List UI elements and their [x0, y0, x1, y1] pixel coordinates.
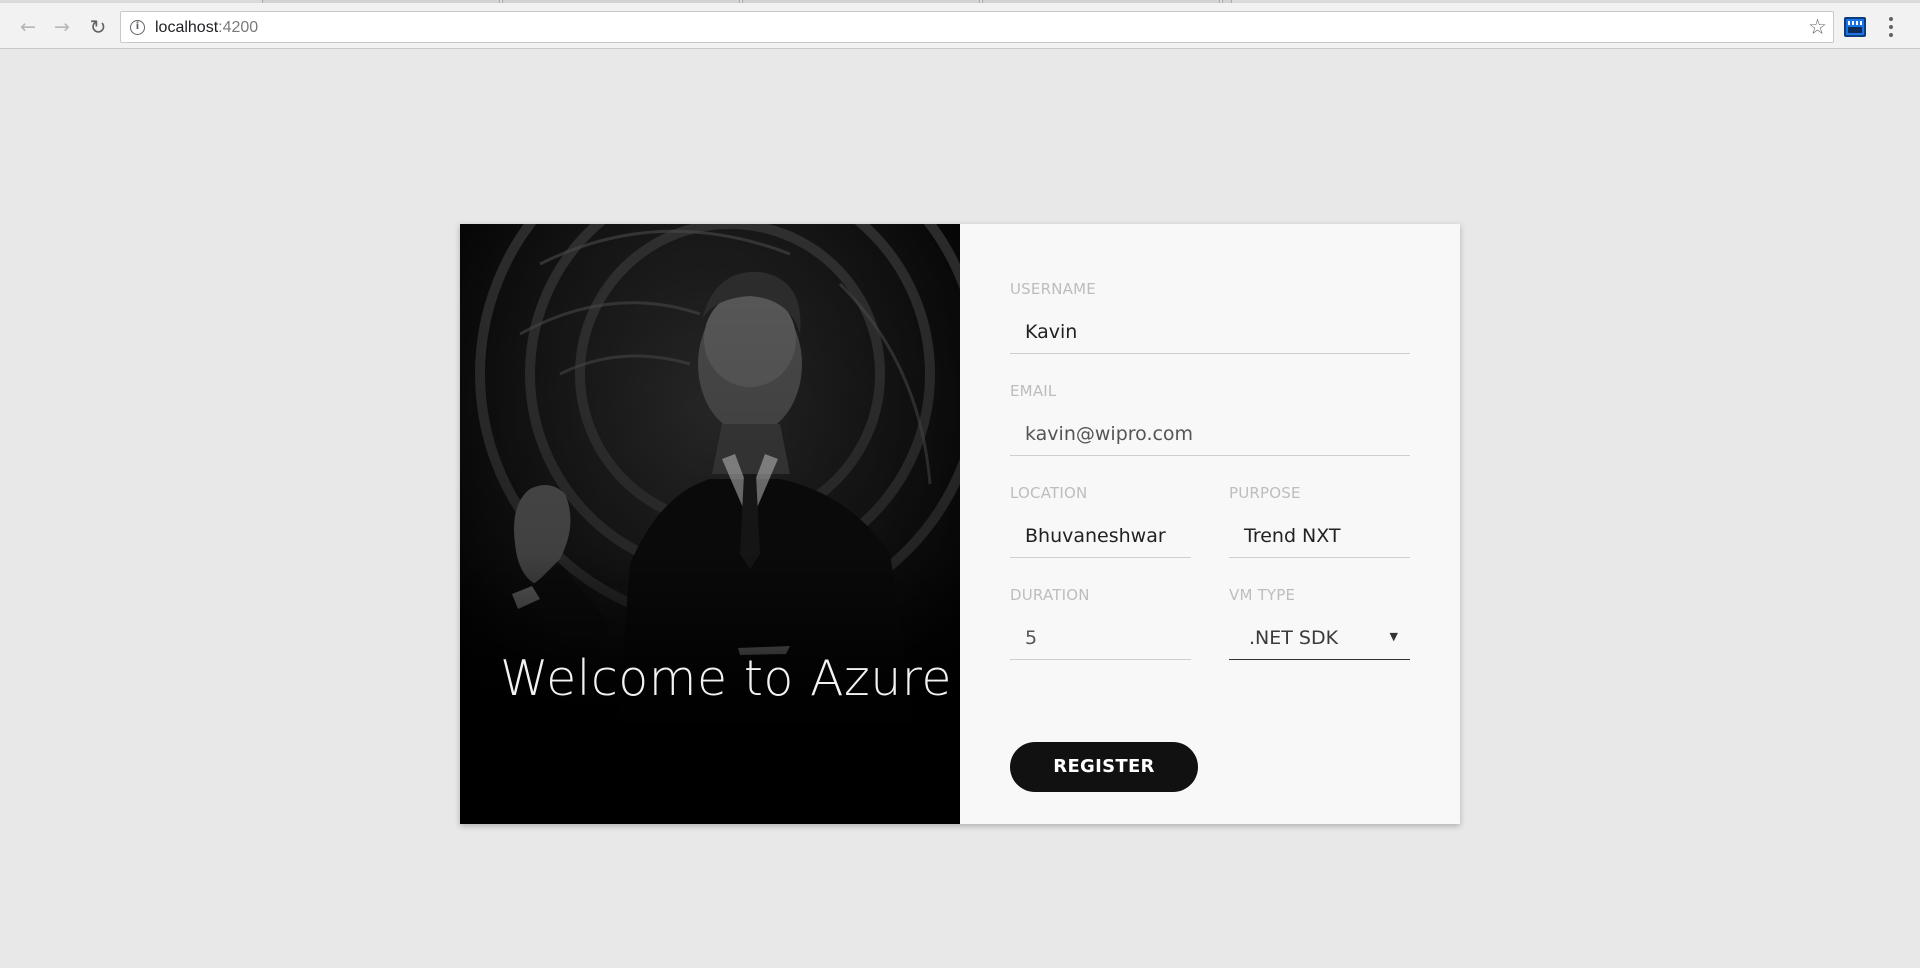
- duration-input[interactable]: 5: [1010, 616, 1191, 660]
- extension-icon[interactable]: [1844, 17, 1866, 37]
- url-port: :4200: [218, 19, 259, 36]
- chevron-down-icon[interactable]: ▼: [1390, 630, 1398, 643]
- email-label: EMAIL: [1010, 382, 1057, 400]
- browser-toolbar: ← → ↻ i localhost:4200 ☆: [0, 3, 1920, 49]
- back-arrow-icon[interactable]: ←: [14, 13, 42, 41]
- duration-label: DURATION: [1010, 586, 1090, 604]
- forward-arrow-icon[interactable]: →: [48, 13, 76, 41]
- reload-icon[interactable]: ↻: [84, 13, 112, 41]
- purpose-field: PURPOSE Trend NXT: [1229, 484, 1410, 560]
- username-field: USERNAME Kavin: [1010, 280, 1410, 356]
- kebab-menu-icon[interactable]: [1888, 17, 1894, 37]
- vm-type-field: VM TYPE .NET SDK ▼: [1229, 586, 1410, 662]
- username-input[interactable]: Kavin: [1010, 310, 1410, 354]
- registration-form: USERNAME Kavin EMAIL kavin@wipro.com LOC…: [960, 224, 1460, 824]
- url-host: localhost: [155, 19, 219, 36]
- username-label: USERNAME: [1010, 280, 1096, 298]
- hero-panel: Welcome to Azure: [460, 224, 960, 824]
- address-bar[interactable]: i localhost:4200 ☆: [120, 11, 1834, 43]
- vm-type-label: VM TYPE: [1229, 586, 1296, 604]
- star-icon[interactable]: ☆: [1808, 15, 1827, 39]
- email-input[interactable]: kavin@wipro.com: [1010, 412, 1410, 456]
- register-button[interactable]: REGISTER: [1010, 742, 1198, 792]
- location-label: LOCATION: [1010, 484, 1088, 502]
- hero-title: Welcome to Azure: [500, 650, 952, 707]
- purpose-input[interactable]: Trend NXT: [1229, 514, 1410, 558]
- location-input[interactable]: Bhuvaneshwar: [1010, 514, 1191, 558]
- info-icon[interactable]: i: [130, 20, 145, 35]
- vm-type-select[interactable]: .NET SDK: [1229, 616, 1410, 660]
- purpose-label: PURPOSE: [1229, 484, 1301, 502]
- email-field: EMAIL kavin@wipro.com: [1010, 382, 1410, 458]
- registration-card: Welcome to Azure USERNAME Kavin EMAIL ka…: [460, 224, 1460, 824]
- location-field: LOCATION Bhuvaneshwar: [1010, 484, 1191, 560]
- address-url[interactable]: localhost:4200: [155, 19, 258, 37]
- hero-portrait-image: [460, 224, 960, 824]
- duration-field: DURATION 5: [1010, 586, 1191, 662]
